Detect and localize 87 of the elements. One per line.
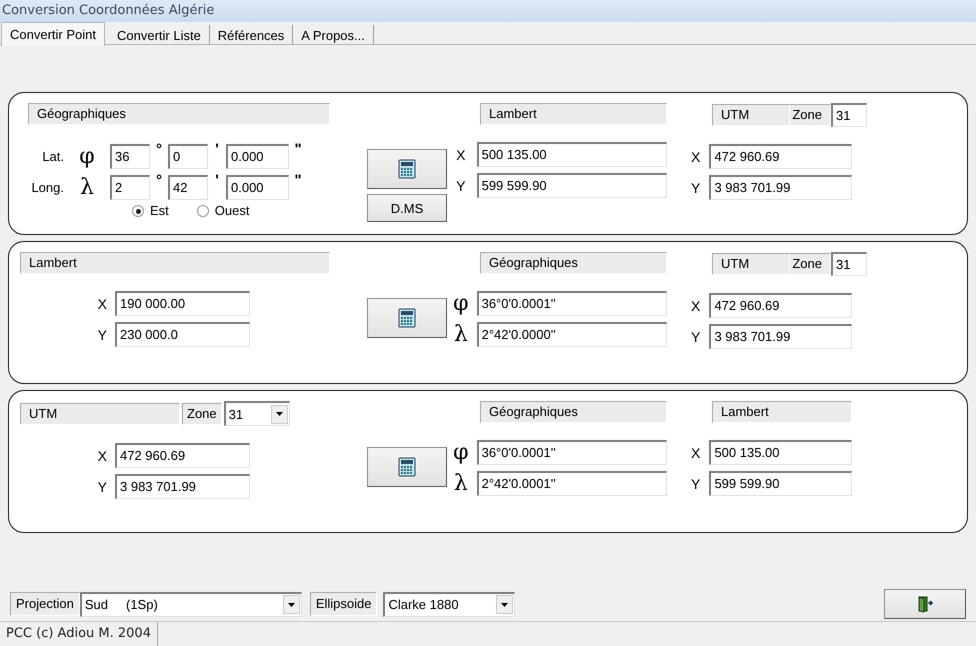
input-field[interactable]: 0 <box>168 144 208 169</box>
output-field: 472 960.69 <box>709 293 852 318</box>
unit-mark: " <box>293 175 303 187</box>
zone-field[interactable]: 31 <box>831 252 867 276</box>
input-field[interactable]: 472 960.69 <box>115 443 250 468</box>
ellipsoid-dropdown[interactable]: Clarke 1880 <box>383 592 516 616</box>
exit-button[interactable] <box>884 589 966 619</box>
output-field: 599 599.90 <box>709 471 852 496</box>
section-header: UTM <box>20 402 180 424</box>
dropdown-arrow-icon <box>276 412 283 416</box>
unit-mark: ' <box>214 144 220 156</box>
unit-mark: ' <box>214 175 220 187</box>
section-header: Géographiques <box>480 252 667 274</box>
input-field[interactable]: 0.000 <box>226 175 289 200</box>
axis-label: X <box>690 298 702 314</box>
section-header: Lambert <box>20 252 330 274</box>
section-header: UTM <box>712 253 790 275</box>
zone-dropdown[interactable]: 31 <box>224 401 290 426</box>
axis-label: φ <box>452 440 470 464</box>
section-header: UTM <box>712 104 790 126</box>
output-field: 472 960.69 <box>709 144 852 169</box>
input-field[interactable]: 190 000.00 <box>115 291 250 316</box>
tab[interactable]: Convertir Point <box>1 22 105 46</box>
tab[interactable]: A Propos... <box>293 25 374 45</box>
axis-label: φ <box>452 292 470 316</box>
section-header: Géographiques <box>480 401 667 423</box>
output-field: 500 135.00 <box>476 142 667 167</box>
ellipsoid-label: Ellipsoide <box>310 592 378 616</box>
convert-button[interactable] <box>367 298 447 338</box>
axis-label: X <box>96 296 108 312</box>
input-field[interactable]: 42 <box>168 175 208 200</box>
axis-label: λ <box>452 322 469 346</box>
radio-button[interactable]: Ouest <box>196 204 250 218</box>
projection-label: Projection <box>10 592 80 616</box>
axis-label: Y <box>690 476 702 492</box>
dropdown-arrow-icon <box>288 602 295 606</box>
zone-label: Zone <box>790 104 831 126</box>
projection-dropdown[interactable]: Sud (1Sp) <box>80 592 302 616</box>
output-field: 36°0'0.0001'' <box>476 291 667 316</box>
symbol-label: φ <box>78 144 96 168</box>
zone-label: Zone <box>182 402 222 424</box>
tab[interactable]: Références <box>210 25 294 45</box>
unit-mark: ° <box>155 175 163 187</box>
calculator-icon <box>398 159 416 179</box>
input-field[interactable]: 230 000.0 <box>115 322 250 347</box>
convert-button[interactable] <box>367 149 447 189</box>
output-field: 2°42'0.0000'' <box>476 322 667 347</box>
calculator-icon <box>398 457 416 477</box>
exit-door-icon <box>917 596 933 612</box>
dropdown-arrow-icon <box>501 602 508 606</box>
status-text: PCC (c) Adiou M. 2004 <box>0 622 158 646</box>
axis-label: Y <box>96 478 108 494</box>
input-field[interactable]: 36 <box>110 144 150 169</box>
zone-field[interactable]: 31 <box>831 103 867 127</box>
axis-label: X <box>690 148 702 164</box>
symbol-label: λ <box>79 176 95 200</box>
input-field[interactable]: 0.000 <box>226 144 289 169</box>
axis-label: Y <box>96 326 108 342</box>
radio-button[interactable]: Est <box>132 204 169 218</box>
convert-button[interactable] <box>367 447 447 487</box>
dms-button[interactable]: D.MS <box>367 194 447 222</box>
section-header: Lambert <box>480 103 667 125</box>
axis-label: Y <box>690 328 702 344</box>
coordinate-label: Long. <box>30 180 64 195</box>
axis-label: X <box>690 444 702 460</box>
axis-label: λ <box>452 472 469 496</box>
calculator-icon <box>398 308 416 328</box>
section-header: Lambert <box>712 401 852 423</box>
axis-label: Y <box>690 180 702 196</box>
section-header: Géographiques <box>28 103 330 125</box>
unit-mark: " <box>293 144 303 156</box>
output-field: 500 135.00 <box>709 440 852 465</box>
input-field[interactable]: 3 983 701.99 <box>115 474 250 499</box>
zone-label: Zone <box>790 253 831 275</box>
coordinate-label: Lat. <box>41 149 64 164</box>
axis-label: Y <box>455 178 466 194</box>
tab[interactable]: Convertir Liste <box>108 25 210 45</box>
output-field: 3 983 701.99 <box>709 175 852 200</box>
output-field: 2°42'0.0001'' <box>476 471 667 496</box>
output-field: 599 599.90 <box>476 173 667 198</box>
axis-label: X <box>96 448 108 464</box>
input-field[interactable]: 2 <box>110 175 150 200</box>
unit-mark: ° <box>155 144 163 156</box>
window-title: Conversion Coordonnées Algérie <box>0 0 976 22</box>
axis-label: X <box>455 146 466 162</box>
output-field: 3 983 701.99 <box>709 324 852 349</box>
output-field: 36°0'0.0001'' <box>476 440 667 465</box>
